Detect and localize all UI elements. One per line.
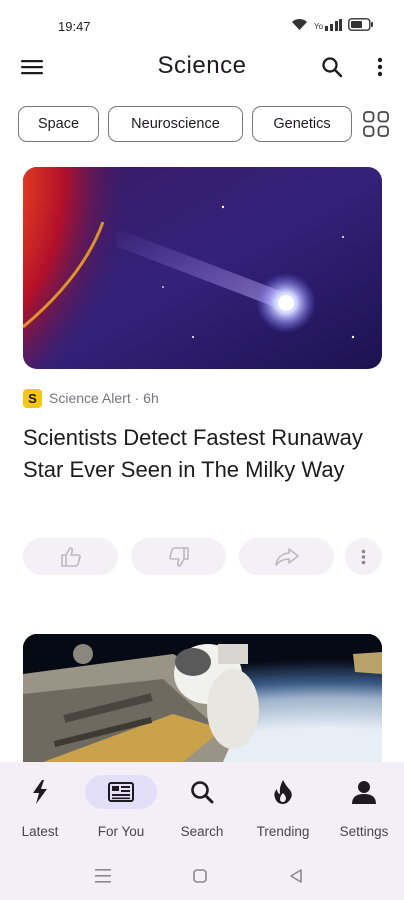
thumb-up-icon (60, 546, 81, 567)
search-button[interactable] (316, 51, 348, 83)
article-headline[interactable]: Scientists Detect Fastest Runaway Star E… (23, 422, 383, 485)
dislike-button[interactable] (131, 538, 226, 575)
app-bar: Science (0, 44, 404, 90)
svg-text:Yo: Yo (314, 22, 324, 31)
more-options-button[interactable] (364, 51, 396, 83)
status-time: 19:47 (58, 19, 91, 34)
more-vertical-icon (377, 57, 383, 77)
bottom-navigation: Latest For You Search Trending Settings (0, 762, 404, 852)
more-vertical-icon (361, 549, 366, 564)
article-source[interactable]: S Science Alert · 6h (23, 388, 159, 408)
status-icons: Yo (291, 18, 374, 31)
nav-label: Settings (339, 824, 389, 839)
chip-space[interactable]: Space (18, 106, 99, 142)
nav-label: Latest (21, 824, 59, 839)
nav-label: Trending (256, 824, 310, 839)
like-button[interactable] (23, 538, 118, 575)
article-more-button[interactable] (345, 538, 382, 575)
nav-label: For You (97, 824, 145, 839)
source-logo: S (23, 388, 42, 408)
lightning-icon (27, 779, 53, 805)
article-actions (23, 538, 383, 576)
nav-settings[interactable]: Settings (324, 762, 404, 852)
nav-latest[interactable]: Latest (0, 762, 80, 852)
person-icon (351, 779, 377, 805)
nav-search[interactable]: Search (162, 762, 242, 852)
chip-neuroscience[interactable]: Neuroscience (108, 106, 243, 142)
nav-trending[interactable]: Trending (243, 762, 323, 852)
search-icon (189, 779, 215, 805)
article-image[interactable] (23, 634, 382, 762)
search-icon (322, 57, 343, 78)
battery-icon (348, 18, 373, 31)
runaway-star-image (23, 167, 382, 369)
article-image[interactable] (23, 167, 382, 369)
all-topics-button[interactable] (362, 110, 390, 138)
topic-chips: Space Neuroscience Genetics (18, 106, 354, 144)
grid-icon (363, 111, 389, 137)
source-name-time: Science Alert · 6h (49, 390, 159, 406)
system-navigation-bar (0, 852, 404, 900)
flame-icon (270, 779, 296, 805)
back-icon[interactable] (289, 869, 303, 883)
share-icon (274, 547, 299, 566)
status-bar: 19:47 Yo (0, 0, 404, 44)
thumb-down-icon (168, 546, 189, 567)
recents-icon[interactable] (95, 869, 111, 883)
home-icon[interactable] (193, 869, 207, 883)
newspaper-icon (108, 779, 134, 805)
astronaut-spacewalk-image (23, 634, 382, 762)
signal-icon: Yo (314, 18, 342, 31)
chip-genetics[interactable]: Genetics (252, 106, 352, 142)
share-button[interactable] (239, 538, 334, 575)
nav-for-you[interactable]: For You (81, 762, 161, 852)
nav-label: Search (180, 824, 224, 839)
wifi-icon (292, 19, 307, 30)
